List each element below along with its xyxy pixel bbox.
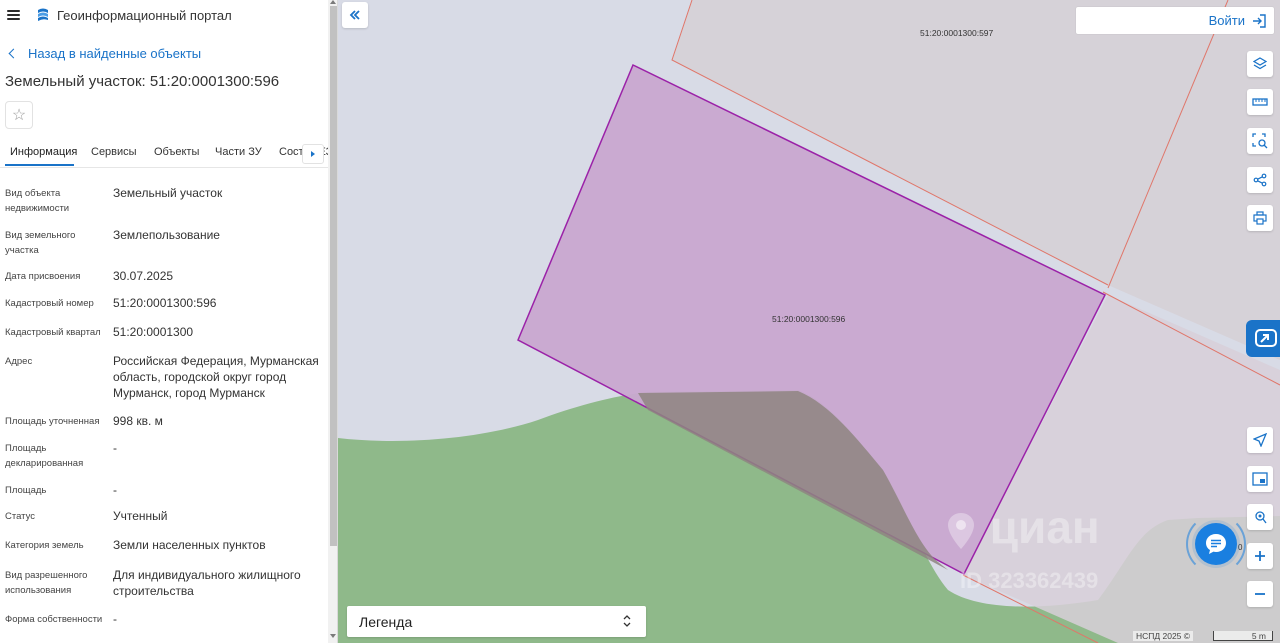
watermark-logo: циан [945, 500, 1100, 554]
portal-logo-icon [38, 8, 48, 21]
login-button[interactable]: Войти [1076, 7, 1274, 34]
prop-value: Для индивидуального жилищного строительс… [113, 568, 301, 598]
back-link-label: Назад в найденные объекты [28, 46, 202, 61]
double-chevron-left-icon [349, 10, 360, 20]
minimap-button[interactable] [1247, 466, 1273, 492]
prop-label: Площадь уточненная [5, 416, 100, 427]
share-button[interactable] [1247, 167, 1273, 193]
sidebar-scrollbar[interactable] [328, 0, 337, 643]
navigate-icon [1253, 433, 1267, 447]
area-search-icon [1252, 133, 1268, 149]
prop-label: Адрес [5, 356, 33, 367]
prop-label: Вид земельного участка [5, 230, 76, 256]
area-search-button[interactable] [1247, 128, 1273, 154]
map-view[interactable]: 51:20:0001300:597 51:20:0001300:596 [338, 0, 1280, 643]
back-to-results-link[interactable]: Назад в найденные объекты [8, 46, 201, 61]
zoom-out-button[interactable] [1247, 581, 1273, 607]
favorite-button[interactable]: ☆ [5, 101, 33, 129]
legend-label: Легенда [359, 613, 413, 630]
zoom-in-button[interactable] [1247, 543, 1273, 569]
print-icon [1253, 211, 1267, 225]
scroll-down-arrow-icon[interactable] [330, 634, 336, 638]
tab-information[interactable]: Информация [10, 146, 77, 158]
prop-value: Землепользование [113, 228, 220, 242]
prop-value: Учтенный [113, 509, 168, 523]
portal-title: Геоинформационный портал [57, 8, 232, 23]
location-icon [1255, 511, 1267, 524]
app-root: 51:20:0001300:597 51:20:0001300:596 циан… [0, 0, 1280, 643]
prop-label: Кадастровый номер [5, 298, 94, 309]
sidebar: Геоинформационный портал Назад в найденн… [0, 0, 338, 643]
prop-label: Статус [5, 511, 36, 522]
watermark-id: ID 323362439 [960, 568, 1099, 593]
prop-value: Земельный участок [113, 186, 223, 200]
hamburger-menu-icon[interactable] [7, 10, 20, 20]
scroll-up-arrow-icon[interactable] [330, 0, 336, 4]
prop-value: - [113, 612, 117, 626]
prop-value: Российская Федерация, Мурманская область… [113, 354, 319, 400]
prop-label: Категория земель [5, 540, 84, 551]
scrollbar-thumb[interactable] [330, 6, 337, 546]
parcel-label-neighbor: 51:20:0001300:597 [920, 28, 994, 38]
watermark-text: циан [989, 501, 1100, 553]
page-title: Земельный участок: 51:20:0001300:596 [5, 73, 280, 90]
star-icon: ☆ [11, 107, 27, 124]
sort-arrows-icon [623, 615, 631, 627]
prop-label: Площадь [5, 485, 47, 496]
map-scale: 5 m [1213, 631, 1273, 641]
topbar: Геоинформационный портал [0, 0, 328, 30]
legend-dropdown[interactable]: Легенда [347, 606, 646, 637]
layers-icon [1253, 57, 1267, 70]
map-attribution: НСПД 2025 © [1133, 631, 1194, 641]
ruler-button[interactable] [1247, 89, 1273, 115]
prop-value: 51:20:0001300:596 [113, 296, 217, 310]
navigate-button[interactable] [1247, 427, 1273, 453]
prop-label: Форма собственности [5, 614, 103, 625]
ruler-icon [1252, 98, 1268, 106]
print-button[interactable] [1247, 205, 1273, 231]
tab-services[interactable]: Сервисы [91, 146, 137, 158]
prop-label: Вид объекта недвижимости [5, 188, 70, 214]
prop-value: 51:20:0001300 [113, 325, 194, 339]
zoom-in-icon [1255, 551, 1265, 561]
tab-parts[interactable]: Части ЗУ [215, 146, 262, 158]
prop-label: Кадастровый квартал [5, 327, 101, 338]
prop-value: Земли населенных пунктов [113, 538, 266, 552]
zoom-out-icon [1255, 593, 1265, 595]
prop-value: - [113, 483, 117, 497]
prop-value: 30.07.2025 [113, 269, 174, 283]
location-button[interactable] [1247, 504, 1273, 530]
chat-bubble-icon [1206, 534, 1226, 554]
prop-value: - [113, 441, 117, 455]
tab-bar: Информация Сервисы Объекты Части ЗУ Сост… [0, 138, 328, 168]
chat-widget-icon [1255, 328, 1277, 347]
login-label: Войти [1208, 13, 1245, 28]
layers-button[interactable] [1247, 51, 1273, 77]
caret-right-icon [311, 151, 315, 157]
side-panel-widget[interactable] [1246, 320, 1280, 357]
tab-objects[interactable]: Объекты [154, 146, 199, 158]
prop-value: 998 кв. м [113, 414, 163, 428]
prop-label: Вид разрешенного использования [5, 570, 88, 596]
share-icon [1253, 173, 1267, 187]
minimap-icon [1252, 472, 1268, 486]
active-tab-indicator [5, 164, 74, 166]
prop-label: Площадь декларированная [5, 443, 84, 469]
parcel-label-selected: 51:20:0001300:596 [772, 314, 846, 324]
collapse-sidebar-button[interactable] [342, 2, 368, 28]
chevron-left-icon [8, 48, 19, 59]
prop-label: Дата присвоения [5, 271, 81, 282]
login-icon [1253, 13, 1266, 28]
chat-button[interactable] [1195, 523, 1237, 565]
tabs-scroll-right-button[interactable] [302, 144, 324, 164]
